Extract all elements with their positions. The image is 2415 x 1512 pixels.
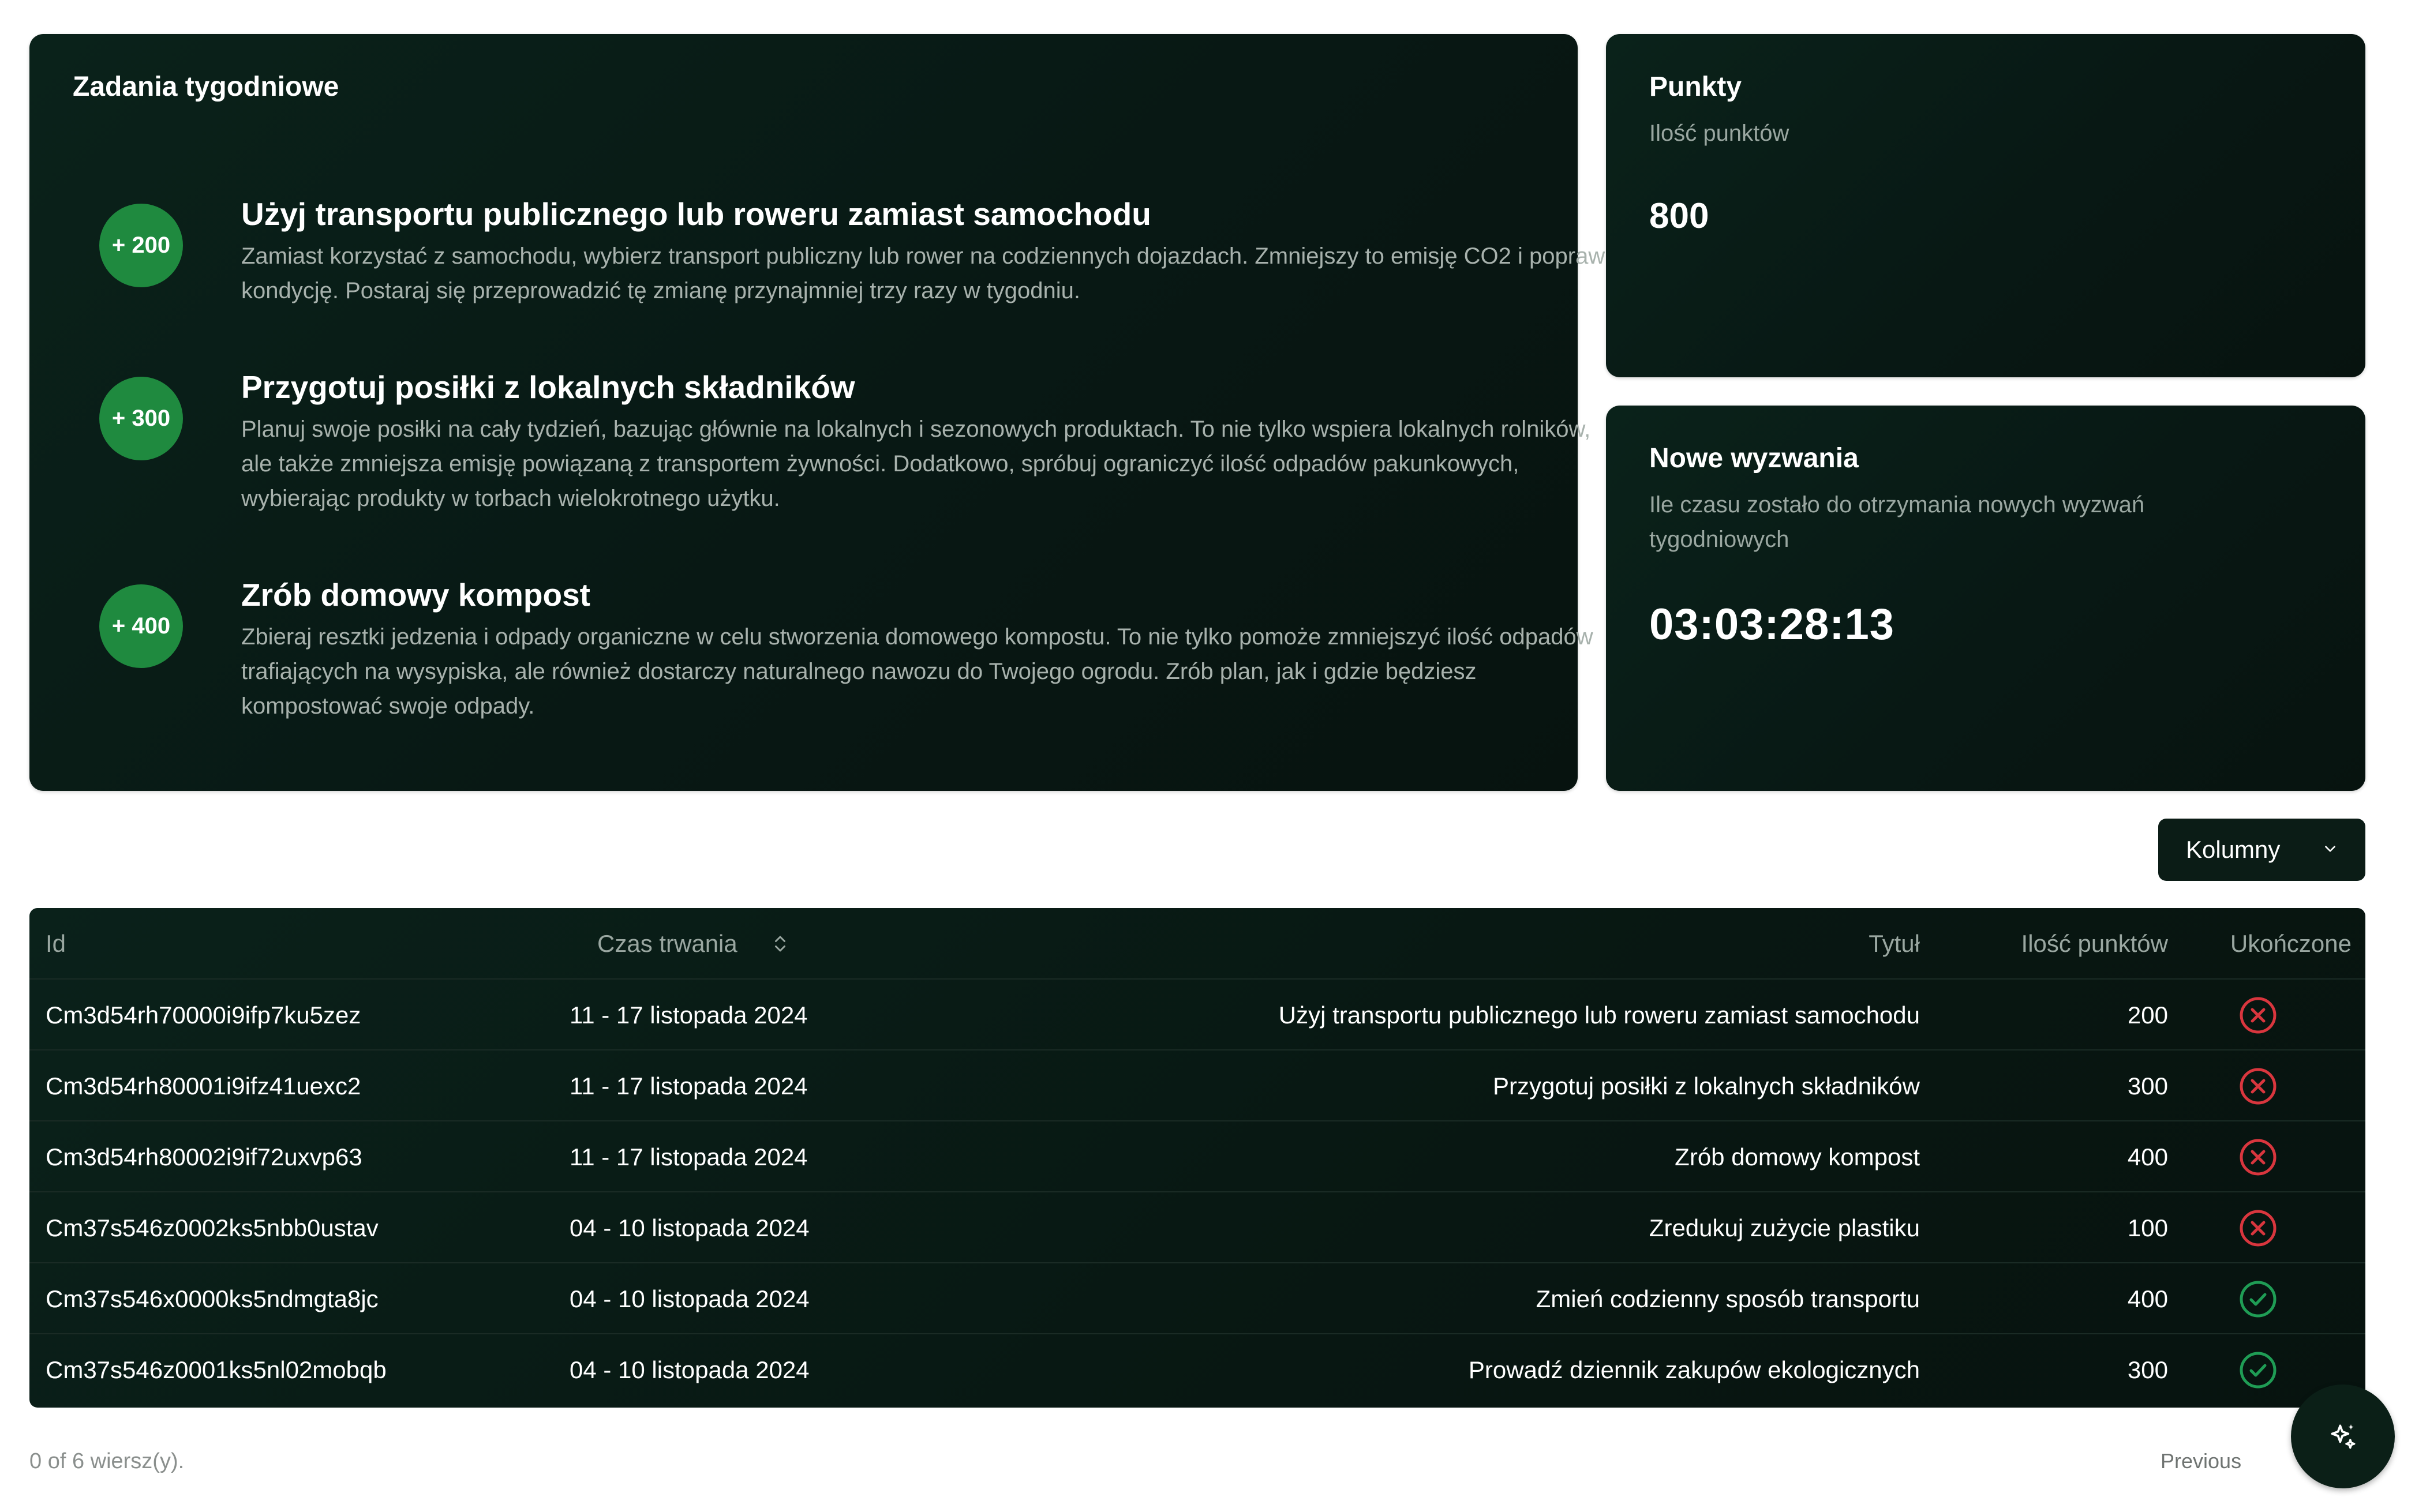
sparkles-icon (2331, 1424, 2356, 1449)
table-row[interactable]: Cm37s546x0000ks5ndmgta8jc 04 - 10 listop… (29, 1262, 2365, 1334)
cell-duration: 11 - 17 listopada 2024 (570, 1143, 808, 1170)
cell-title: Zmień codzienny sposób transportu (1536, 1285, 1920, 1312)
cell-points: 400 (2127, 1143, 2168, 1170)
cell-points: 200 (2127, 1001, 2168, 1029)
challenges-subtitle: Ile czasu zostało do otrzymania nowych w… (1649, 492, 2145, 552)
column-header-title: Tytuł (1869, 930, 1920, 957)
check-circle-icon (2240, 1352, 2277, 1389)
x-circle-icon (2240, 1139, 2277, 1176)
cell-duration: 04 - 10 listopada 2024 (570, 1214, 810, 1241)
cell-duration: 11 - 17 listopada 2024 (570, 1001, 808, 1029)
challenges-title: Nowe wyzwania (1649, 443, 1859, 474)
cell-id: Cm3d54rh70000i9ifp7ku5zez (46, 1001, 361, 1029)
cell-title: Prowadź dziennik zakupów ekologicznych (1468, 1356, 1920, 1383)
new-challenges-card: Nowe wyzwania Ile czasu zostało do otrzy… (1606, 406, 2365, 791)
weekly-tasks-card: Zadania tygodniowe + 200 Użyj transportu… (29, 34, 1610, 791)
countdown-timer: 03:03:28:13 (1649, 600, 1895, 649)
previous-page-button[interactable]: Previous (2161, 1449, 2241, 1473)
columns-dropdown-button[interactable]: Kolumny (2158, 819, 2365, 881)
chevron-down-icon (2325, 846, 2335, 852)
sort-icon[interactable] (770, 933, 791, 955)
cell-title: Użyj transportu publicznego lub roweru z… (1278, 1001, 1920, 1029)
weekly-tasks-title: Zadania tygodniowe (73, 72, 339, 102)
task-title: Przygotuj posiłki z lokalnych składników (241, 369, 855, 405)
cell-id: Cm37s546z0001ks5nl02mobqb (46, 1356, 387, 1383)
column-header-duration[interactable]: Czas trwania (597, 908, 737, 980)
table-row[interactable]: Cm3d54rh80001i9ifz41uexc2 11 - 17 listop… (29, 1049, 2365, 1121)
cell-id: Cm3d54rh80001i9ifz41uexc2 (46, 1072, 361, 1100)
column-header-points: Ilość punktów (2021, 930, 2168, 957)
cell-points: 400 (2127, 1285, 2168, 1312)
task-title: Zrób domowy kompost (241, 577, 590, 613)
table-row[interactable]: Cm3d54rh70000i9ifp7ku5zez 11 - 17 listop… (29, 978, 2365, 1050)
cell-duration: 04 - 10 listopada 2024 (570, 1356, 810, 1383)
ai-assistant-button[interactable] (2291, 1385, 2395, 1488)
cell-title: Zrób domowy kompost (1675, 1143, 1920, 1170)
cell-title: Przygotuj posiłki z lokalnych składników (1493, 1072, 1920, 1100)
table-row[interactable]: Cm37s546z0002ks5nbb0ustav 04 - 10 listop… (29, 1191, 2365, 1263)
points-badge: + 200 (99, 204, 183, 287)
cell-points: 100 (2127, 1214, 2168, 1241)
points-badge: + 300 (99, 377, 183, 460)
cell-duration: 04 - 10 listopada 2024 (570, 1285, 810, 1312)
points-badge: + 400 (99, 584, 183, 668)
points-card: Punkty Ilość punktów 800 (1606, 34, 2365, 377)
cell-title: Zredukuj zużycie plastiku (1649, 1214, 1920, 1241)
task-description: Zamiast korzystać z samochodu, wybierz t… (241, 243, 1611, 303)
x-circle-icon (2240, 997, 2277, 1034)
x-circle-icon (2240, 1210, 2277, 1247)
cell-points: 300 (2127, 1356, 2168, 1383)
cell-duration: 11 - 17 listopada 2024 (570, 1072, 808, 1100)
points-subtitle: Ilość punktów (1649, 121, 1789, 146)
cell-id: Cm3d54rh80002i9if72uxvp63 (46, 1143, 362, 1170)
task-item: + 400 Zrób domowy kompost Zbieraj resztk… (99, 550, 1593, 723)
task-description: Planuj swoje posiłki na cały tydzień, ba… (241, 417, 1591, 511)
challenges-table: Id Czas trwania Tytuł Ilość punktów Ukoń… (29, 908, 2365, 1408)
points-value: 800 (1649, 196, 1709, 236)
check-circle-icon (2240, 1281, 2277, 1318)
selected-rows-count: 0 of 6 wiersz(y). (29, 1449, 185, 1473)
task-title: Użyj transportu publicznego lub roweru z… (241, 196, 1151, 232)
x-circle-icon (2240, 1068, 2277, 1105)
table-row[interactable]: Cm3d54rh80002i9if72uxvp63 11 - 17 listop… (29, 1120, 2365, 1192)
task-item: + 300 Przygotuj posiłki z lokalnych skła… (99, 343, 1590, 516)
points-title: Punkty (1649, 72, 1742, 102)
cell-id: Cm37s546z0002ks5nbb0ustav (46, 1214, 379, 1241)
column-header-completed: Ukończone (2230, 930, 2352, 957)
columns-button-label: Kolumny (2186, 836, 2281, 863)
cell-id: Cm37s546x0000ks5ndmgta8jc (46, 1285, 379, 1312)
cell-points: 300 (2127, 1072, 2168, 1100)
task-description: Zbieraj resztki jedzenia i odpady organi… (241, 624, 1593, 719)
task-item: + 200 Użyj transportu publicznego lub ro… (99, 170, 1610, 331)
column-header-id: Id (46, 930, 66, 957)
table-row[interactable]: Cm37s546z0001ks5nl02mobqb 04 - 10 listop… (29, 1333, 2365, 1405)
